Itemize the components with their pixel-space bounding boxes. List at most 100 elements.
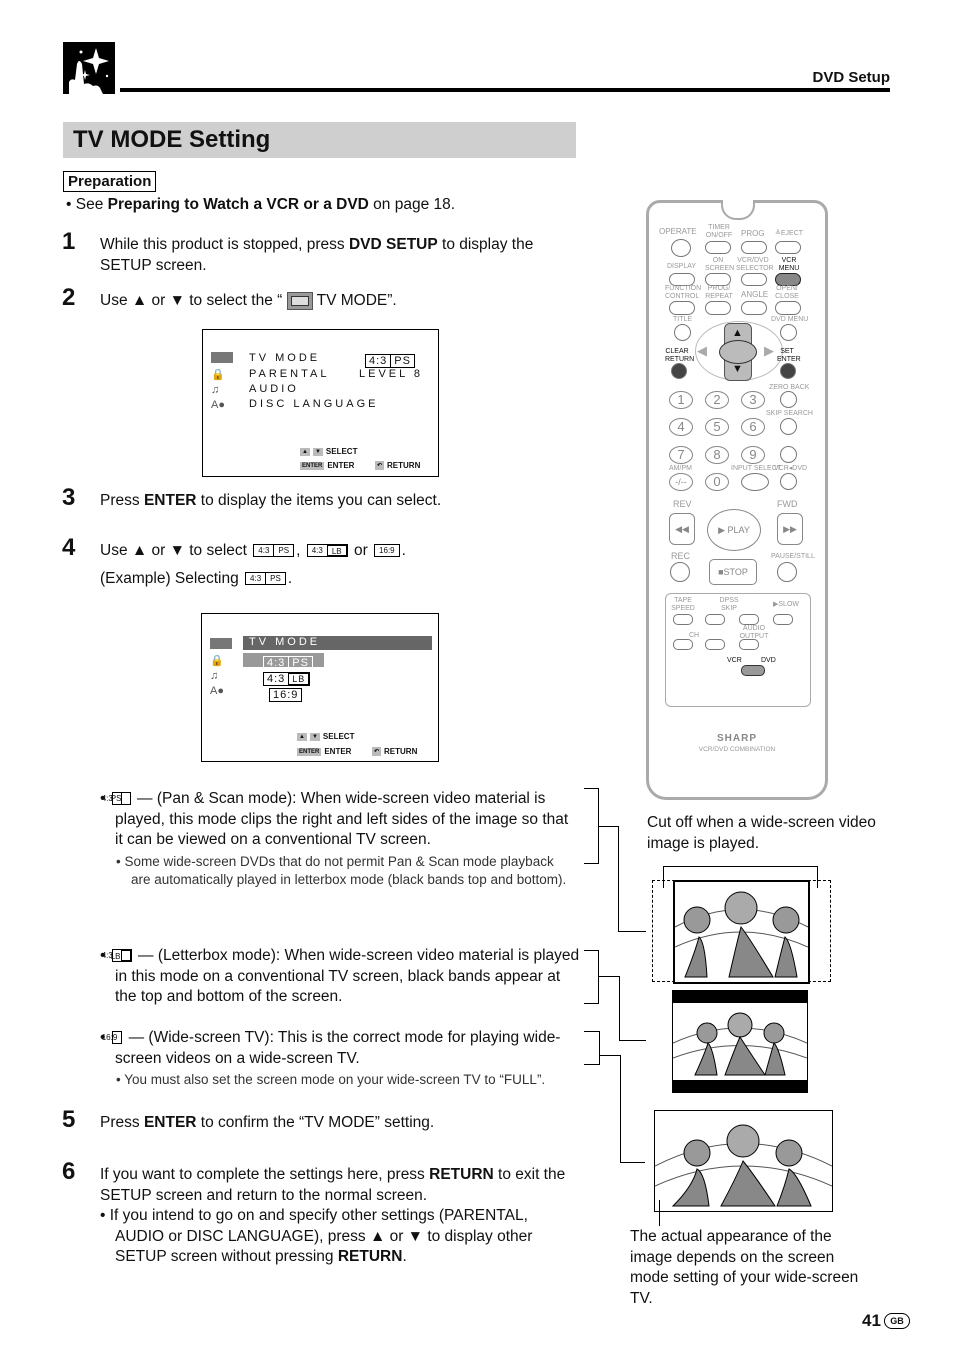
stop-button[interactable]: ■STOP bbox=[709, 559, 757, 585]
setup-screen-tv-mode: TV MODE 🔒 4:3 PS ♫ 4:3 LB A● 16:9 ▲ ▼ SELECT… bbox=[201, 613, 439, 762]
digit-2-button[interactable]: 2 bbox=[705, 391, 729, 409]
setup-screen-main: TV MODE 4:3 PS 🔒 PARENTAL LEVEL 8 ♫ AUDIO… bbox=[202, 329, 439, 477]
osd-item-disc-language: DISC LANGUAGE bbox=[249, 398, 379, 410]
parental-lock-icon: 🔒 bbox=[210, 655, 224, 667]
digit-1-button[interactable]: 1 bbox=[669, 391, 693, 409]
function-control-button[interactable] bbox=[669, 301, 695, 315]
wide-screen-image bbox=[654, 1110, 833, 1212]
step-text: If you want to complete the settings her… bbox=[100, 1166, 566, 1265]
skip-forward-button[interactable] bbox=[739, 614, 759, 625]
digit-5-button[interactable]: 5 bbox=[705, 418, 729, 436]
osd-option-wide[interactable]: 16:9 bbox=[269, 685, 303, 703]
step-number: 3 bbox=[62, 484, 76, 511]
rec-button[interactable] bbox=[670, 562, 690, 582]
digit-9-button[interactable]: 9 bbox=[741, 446, 765, 464]
region-badge: GB bbox=[884, 1313, 910, 1329]
prog-button[interactable] bbox=[741, 241, 767, 254]
step-text: Press ENTER to confirm the “TV MODE” set… bbox=[100, 1114, 435, 1131]
bracket-lb bbox=[584, 950, 599, 1004]
skip-search-button[interactable] bbox=[780, 418, 797, 435]
page-title: TV MODE Setting bbox=[73, 126, 271, 153]
parental-lock-icon: 🔒 bbox=[211, 369, 225, 381]
preparation-bullet: • See Preparing to Watch a VCR or a DVD … bbox=[66, 196, 456, 213]
mode-chip-ps: 4:3 PS bbox=[253, 544, 295, 558]
step-text: Use ▲ or ▼ to select 4:3 PS, 4:3 LB or 16:… bbox=[100, 542, 406, 559]
up-arrow-button[interactable]: ▲ bbox=[732, 327, 743, 339]
mode-ps-description: • 4:3 PS — (Pan & Scan mode): When wide-s… bbox=[100, 790, 569, 887]
mode-chip-lb: 4:3 LB bbox=[306, 544, 348, 558]
disc-language-icon: A● bbox=[211, 399, 225, 411]
timer-button[interactable] bbox=[705, 241, 731, 254]
digit-6-button[interactable]: 6 bbox=[741, 418, 765, 436]
title-button[interactable] bbox=[674, 324, 691, 341]
digit-3-button[interactable]: 3 bbox=[741, 391, 765, 409]
eject-button[interactable] bbox=[775, 241, 801, 254]
digit-0-button[interactable]: 0 bbox=[705, 473, 729, 491]
tv-mode-icon bbox=[286, 291, 313, 310]
mode-wide-description: • 16:9 — (Wide-screen TV): This is the c… bbox=[100, 1029, 561, 1087]
cut-off-caption: Cut off when a wide-screen video image i… bbox=[647, 814, 876, 852]
slow-button[interactable] bbox=[773, 614, 793, 625]
audio-output-button[interactable] bbox=[739, 639, 759, 650]
vcr-dvd-switch[interactable] bbox=[741, 665, 765, 676]
osd-return-hint: ↶ RETURN bbox=[375, 461, 421, 471]
channel-down-button[interactable] bbox=[673, 639, 693, 650]
channel-up-button[interactable] bbox=[705, 639, 725, 650]
mode-chip-ps: 4:3 PS bbox=[245, 572, 286, 586]
osd-tv-mode-value: 4:3 PS bbox=[365, 351, 415, 369]
tape-speed-button[interactable] bbox=[673, 614, 693, 625]
bracket-wide bbox=[584, 1031, 600, 1065]
left-arrow-button[interactable]: ◀ bbox=[697, 343, 707, 359]
step-number: 6 bbox=[62, 1158, 76, 1185]
osd-item-parental: PARENTAL bbox=[249, 368, 330, 380]
audio-icon: ♫ bbox=[211, 384, 220, 396]
open-close-button[interactable] bbox=[775, 301, 801, 315]
sparkle-hand-icon bbox=[63, 42, 115, 94]
play-button[interactable]: ▶ PLAY bbox=[707, 509, 761, 551]
step-example: (Example) Selecting 4:3 PS. bbox=[100, 570, 293, 587]
enter-button[interactable] bbox=[780, 363, 796, 379]
down-arrow-button[interactable]: ▼ bbox=[732, 363, 743, 375]
osd-parental-value: LEVEL 8 bbox=[359, 368, 424, 380]
step-number: 4 bbox=[62, 534, 76, 561]
step-number: 1 bbox=[62, 228, 76, 255]
disc-language-icon: A● bbox=[210, 685, 224, 697]
osd-item-tv-mode: TV MODE bbox=[249, 352, 321, 364]
blank-button[interactable] bbox=[780, 446, 797, 463]
rev-button[interactable]: ◀◀ bbox=[669, 513, 695, 545]
page-number: 41 bbox=[862, 1311, 881, 1330]
osd-header-tv-mode: TV MODE bbox=[243, 636, 432, 650]
preparation-label: Preparation bbox=[63, 171, 157, 192]
mode-chip-wide: 16:9 bbox=[374, 544, 400, 558]
dash-button[interactable]: -/-- bbox=[669, 473, 693, 491]
tv-mode-icon bbox=[210, 638, 232, 649]
step-number: 5 bbox=[62, 1106, 76, 1133]
osd-enter-hint: ENTER ENTER bbox=[297, 747, 352, 756]
remote-control: OPERATE TIMER ON/OFF PROG ≜EJECT DISPLAY… bbox=[646, 200, 828, 800]
mode-lb-description: • 4:3 LB — (Letterbox mode): When wide-sc… bbox=[100, 947, 580, 1005]
right-arrow-button[interactable]: ▶ bbox=[764, 343, 774, 359]
vcr-dvd-button[interactable] bbox=[780, 473, 797, 490]
input-select-button[interactable] bbox=[741, 473, 769, 491]
step-text: Use ▲ or ▼ to select the “ TV MODE”. bbox=[100, 291, 397, 310]
digit-4-button[interactable]: 4 bbox=[669, 418, 693, 436]
zero-back-button[interactable] bbox=[780, 391, 797, 408]
osd-item-audio: AUDIO bbox=[249, 383, 299, 395]
center-button[interactable] bbox=[719, 340, 757, 364]
fwd-button[interactable]: ▶▶ bbox=[777, 513, 803, 545]
return-button[interactable] bbox=[671, 363, 687, 379]
operate-button[interactable] bbox=[671, 239, 691, 257]
digit-8-button[interactable]: 8 bbox=[705, 446, 729, 464]
dvd-menu-button[interactable] bbox=[780, 324, 797, 341]
repeat-button[interactable] bbox=[705, 301, 731, 315]
skip-back-button[interactable] bbox=[705, 614, 725, 625]
osd-select-hint: ▲ ▼ SELECT bbox=[300, 447, 358, 456]
header-rule bbox=[120, 88, 890, 92]
letterbox-image bbox=[672, 990, 808, 1093]
digit-7-button[interactable]: 7 bbox=[669, 446, 693, 464]
pause-button[interactable] bbox=[777, 562, 797, 582]
audio-icon: ♫ bbox=[210, 670, 219, 682]
selector-button[interactable] bbox=[741, 273, 767, 286]
angle-button[interactable] bbox=[741, 301, 767, 315]
step-text: Press ENTER to display the items you can… bbox=[100, 492, 442, 509]
